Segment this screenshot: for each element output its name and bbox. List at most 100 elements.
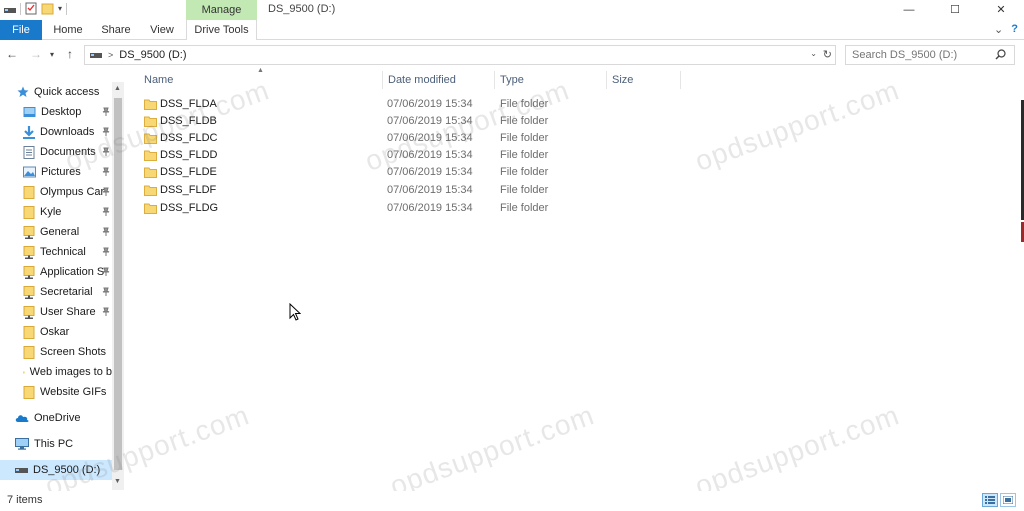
onedrive-icon [15, 415, 29, 422]
pin-icon[interactable] [102, 167, 110, 179]
tab-drive-tools[interactable]: Drive Tools [186, 20, 257, 40]
sidebar-item-label: This PC [34, 438, 74, 450]
refresh-icon[interactable]: ↻ [823, 48, 832, 61]
pin-icon[interactable] [102, 227, 110, 239]
sidebar-item-label: General [40, 226, 80, 238]
new-folder-icon[interactable] [41, 2, 54, 15]
address-path[interactable]: DS_9500 (D:) [119, 49, 186, 61]
large-icons-view-button[interactable] [1000, 493, 1016, 507]
column-header-size[interactable]: Size [606, 71, 681, 89]
back-arrow-icon[interactable]: ← [6, 47, 18, 61]
pin-icon[interactable] [102, 187, 110, 199]
status-bar: 7 items [0, 491, 1024, 511]
maximize-button[interactable]: ☐ [932, 0, 978, 19]
file-name[interactable]: DSS_FLDF [160, 182, 216, 199]
search-input[interactable] [845, 45, 1015, 65]
sidebar-item-technical[interactable]: Technical [0, 242, 112, 262]
ribbon-tabs: File Home Share View Drive Tools ⌄ ? [0, 20, 1024, 40]
sidebar-item-label: Application S [40, 266, 105, 278]
watermark-text: opdsupport.com [691, 399, 904, 502]
scroll-up-icon[interactable]: ▲ [114, 85, 121, 92]
file-name[interactable]: DSS_FLDD [160, 147, 217, 164]
sidebar-item-website-gifs[interactable]: Website GIFs [0, 382, 112, 402]
sidebar-item-label: Website GIFs [40, 386, 107, 398]
file-name[interactable]: DSS_FLDG [160, 200, 218, 217]
large-icons-view-icon [1003, 496, 1013, 504]
sidebar-item-label: Kyle [40, 206, 62, 218]
star-icon [17, 86, 29, 97]
sidebar-item-label: Desktop [41, 106, 82, 118]
folder-icon [23, 371, 25, 373]
file-row[interactable]: DSS_FLDG 07/06/2019 15:34 File folder [138, 200, 678, 217]
sidebar-item-quick-access[interactable]: Quick access [0, 82, 112, 102]
pin-icon[interactable] [102, 287, 110, 299]
sidebar-item-secretarial[interactable]: Secretarial [0, 282, 112, 302]
sidebar-item-oskar[interactable]: Oskar [0, 322, 112, 342]
column-header-date-modified[interactable]: Date modified [382, 71, 495, 89]
sidebar-item-screen-shots[interactable]: Screen Shots [0, 342, 112, 362]
file-type: File folder [500, 184, 549, 196]
view-switcher [982, 493, 1016, 507]
sidebar-item-desktop[interactable]: Desktop [0, 102, 112, 122]
up-arrow-icon[interactable]: ↑ [67, 47, 73, 61]
file-type: File folder [500, 132, 549, 144]
drive-icon[interactable] [4, 4, 16, 14]
address-row: ← → ▾ ↑ > DS_9500 (D:) ⌄ ↻ [0, 41, 1024, 69]
desktop-folder-icon [23, 107, 36, 117]
recent-locations-icon[interactable]: ▾ [50, 50, 54, 59]
tab-share[interactable]: Share [96, 20, 136, 40]
file-row[interactable]: DSS_FLDF 07/06/2019 15:34 File folder [138, 182, 678, 199]
item-count: 7 items [7, 494, 43, 506]
file-row[interactable]: DSS_FLDE 07/06/2019 15:34 File folder [138, 164, 678, 181]
details-view-button[interactable] [982, 493, 998, 507]
file-type: File folder [500, 202, 549, 214]
sidebar-item-label: OneDrive [34, 412, 81, 424]
network-folder-icon [23, 285, 35, 299]
folder-icon [23, 385, 35, 399]
sidebar-item-this-pc[interactable]: This PC [0, 434, 112, 454]
sidebar-item-label: Quick access [34, 86, 100, 98]
mouse-cursor-icon [289, 303, 301, 321]
search-icon[interactable] [995, 49, 1006, 60]
sidebar-item-label: Web images to b [29, 366, 112, 378]
sidebar-item-application-s[interactable]: Application S [0, 262, 112, 282]
title-bar: ▾ Manage DS_9500 (D:) — ☐ ✕ [0, 0, 1024, 20]
close-button[interactable]: ✕ [978, 0, 1024, 19]
sidebar-item-web-images[interactable]: Web images to b [0, 362, 112, 382]
address-dropdown-icon[interactable]: ⌄ [810, 49, 817, 58]
watermark-text: opdsupport.com [691, 74, 904, 177]
sidebar-item-olympus-car[interactable]: Olympus Car [0, 182, 112, 202]
folder-icon [23, 205, 35, 219]
folder-icon [144, 185, 157, 196]
sidebar-item-onedrive[interactable]: OneDrive [0, 408, 112, 428]
sidebar-item-label: Olympus Car [40, 186, 105, 198]
file-date: 07/06/2019 15:34 [387, 202, 473, 214]
tab-view[interactable]: View [142, 20, 182, 40]
tab-home[interactable]: Home [48, 20, 88, 40]
qat-dropdown-icon[interactable]: ▾ [58, 4, 62, 13]
ribbon-collapse-icon[interactable]: ⌄ [994, 23, 1003, 36]
pin-icon[interactable] [102, 267, 110, 279]
help-icon[interactable]: ? [1011, 23, 1018, 36]
minimize-button[interactable]: — [886, 0, 932, 19]
sidebar-item-kyle[interactable]: Kyle [0, 202, 112, 222]
file-name[interactable]: DSS_FLDE [160, 164, 217, 181]
address-bar[interactable]: > DS_9500 (D:) ⌄ ↻ [84, 45, 836, 65]
tab-file[interactable]: File [0, 20, 42, 40]
sidebar-item-user-share[interactable]: User Share [0, 302, 112, 322]
pin-icon[interactable] [102, 247, 110, 259]
forward-arrow-icon[interactable]: → [30, 47, 42, 61]
ribbon-right-controls: ⌄ ? [994, 23, 1018, 36]
sidebar-item-label: Technical [40, 246, 86, 258]
close-icon: ✕ [996, 4, 1006, 16]
pin-icon[interactable] [102, 207, 110, 219]
pin-icon[interactable] [102, 307, 110, 319]
breadcrumb-chevron-icon[interactable]: > [108, 50, 113, 60]
sidebar-item-general[interactable]: General [0, 222, 112, 242]
pc-icon [15, 438, 29, 450]
properties-icon[interactable] [25, 2, 37, 15]
pin-icon[interactable] [102, 107, 110, 119]
network-folder-icon [23, 225, 35, 239]
tab-manage[interactable]: Manage [186, 0, 257, 20]
folder-icon [144, 99, 157, 110]
